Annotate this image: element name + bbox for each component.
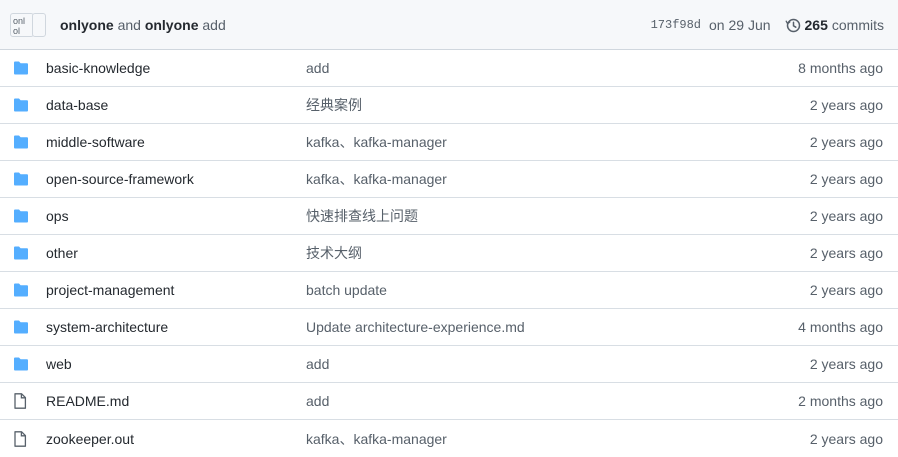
file-name-link[interactable]: project-management	[46, 282, 306, 298]
commit-age: 2 years ago	[809, 356, 883, 372]
history-icon	[785, 18, 800, 32]
table-row[interactable]: web add 2 years ago	[0, 346, 898, 383]
file-name-link[interactable]: data-base	[46, 97, 306, 113]
commit-message-link[interactable]: add	[306, 356, 810, 372]
commit-message-link[interactable]: add	[306, 393, 798, 409]
table-row[interactable]: open-source-framework kafka、kafka-manager…	[0, 161, 898, 198]
file-name-link[interactable]: ops	[46, 208, 306, 224]
author-avatars: onl ol	[10, 12, 46, 37]
latest-commit-bar: onl ol onlyone and onlyone add 173f98d o…	[0, 0, 898, 50]
table-row[interactable]: README.md add 2 months ago	[0, 383, 898, 420]
file-name-link[interactable]: README.md	[46, 393, 306, 409]
table-row[interactable]: system-architecture Update architecture-e…	[0, 309, 898, 346]
table-row[interactable]: other 技术大纲 2 years ago	[0, 235, 898, 272]
commit-sha-link[interactable]: 173f98d	[651, 18, 701, 32]
file-name-link[interactable]: middle-software	[46, 134, 306, 150]
commit-message-link[interactable]: Update architecture-experience.md	[306, 319, 798, 335]
table-row[interactable]: basic-knowledge add 8 months ago	[0, 50, 898, 87]
folder-icon	[13, 245, 30, 261]
commit-message-link[interactable]: kafka、kafka-manager	[306, 132, 810, 152]
folder-icon	[13, 97, 30, 113]
commit-age: 2 years ago	[809, 171, 883, 187]
commit-age: 2 years ago	[809, 245, 883, 261]
commit-age: 2 years ago	[809, 97, 883, 113]
commit-message-link[interactable]: add	[306, 60, 798, 76]
file-icon	[13, 393, 30, 409]
file-list: basic-knowledge add 8 months ago data-base 经…	[0, 50, 898, 457]
file-name-link[interactable]: system-architecture	[46, 319, 306, 335]
commit-summary: onlyone and onlyone add	[60, 17, 651, 33]
commit-coauthor-link[interactable]: onlyone	[145, 17, 199, 33]
commit-age: 2 years ago	[809, 134, 883, 150]
commit-message-link[interactable]: kafka、kafka-manager	[306, 169, 810, 189]
file-icon	[13, 430, 30, 447]
file-name-link[interactable]: basic-knowledge	[46, 60, 306, 76]
folder-icon	[13, 356, 30, 372]
folder-icon	[13, 60, 30, 76]
file-name-link[interactable]: web	[46, 356, 306, 372]
commit-message-link[interactable]: 快速排查线上问题	[306, 206, 810, 226]
commit-age: 2 years ago	[809, 208, 883, 224]
folder-icon	[13, 134, 30, 150]
table-row[interactable]: project-management batch update 2 years ag…	[0, 272, 898, 309]
table-row[interactable]: zookeeper.out kafka、kafka-manager 2 years …	[0, 420, 898, 457]
commit-message-link[interactable]: kafka、kafka-manager	[306, 429, 810, 449]
folder-icon	[13, 282, 30, 298]
file-name-link[interactable]: zookeeper.out	[46, 431, 306, 447]
table-row[interactable]: middle-software kafka、kafka-manager 2 year…	[0, 124, 898, 161]
table-row[interactable]: ops 快速排查线上问题 2 years ago	[0, 198, 898, 235]
folder-icon	[13, 171, 30, 187]
folder-icon	[13, 319, 30, 335]
commit-age: 2 years ago	[809, 430, 883, 447]
commit-age: 8 months ago	[798, 60, 883, 76]
commit-author-link[interactable]: onlyone	[60, 17, 114, 33]
commit-age: 2 months ago	[798, 393, 883, 409]
file-name-link[interactable]: other	[46, 245, 306, 261]
commit-age: 4 months ago	[798, 319, 883, 335]
author-joiner: and	[117, 16, 141, 33]
file-name-link[interactable]: open-source-framework	[46, 171, 306, 187]
avatar[interactable]: onl ol	[10, 12, 34, 37]
commit-count: 265	[804, 16, 828, 33]
table-row[interactable]: data-base 经典案例 2 years ago	[0, 87, 898, 124]
avatar-secondary[interactable]	[32, 12, 46, 37]
commit-message-link[interactable]: batch update	[306, 282, 810, 298]
commit-age: 2 years ago	[809, 282, 883, 298]
commit-message-link[interactable]: 技术大纲	[306, 243, 810, 263]
commit-message-link[interactable]: 经典案例	[306, 95, 810, 115]
commit-message-link[interactable]: add	[202, 17, 225, 33]
commits-label: commits	[831, 16, 884, 33]
commit-history-link[interactable]: 265 commits	[785, 17, 884, 33]
commit-date: on 29 Jun	[709, 16, 771, 33]
folder-icon	[13, 208, 30, 224]
